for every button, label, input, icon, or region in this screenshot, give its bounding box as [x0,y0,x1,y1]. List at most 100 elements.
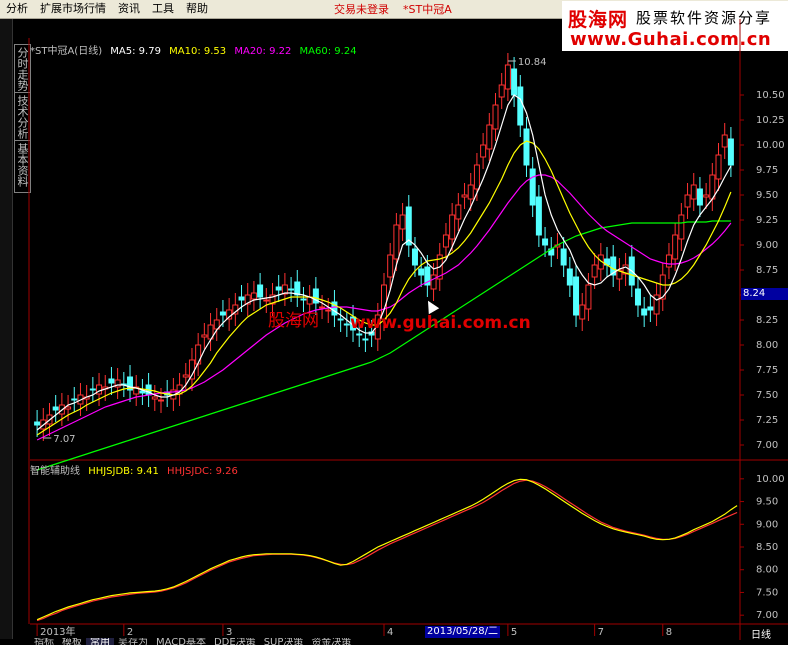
candle-body [585,284,592,310]
candle-body [566,268,573,286]
sub-axis-tick-label: 7.00 [756,610,778,621]
candle-body [641,308,648,316]
candle-body [300,298,307,301]
candle-body [442,234,449,248]
candle-body [684,194,691,208]
candle-body [486,124,493,150]
tab-wu[interactable]: 吴存为 [114,638,152,645]
main-axis-tick-label: 7.25 [756,415,778,426]
candle-body [411,248,418,266]
candle-body [393,224,400,260]
candle-body [263,299,270,302]
main-axis-tick-label: 10.25 [756,115,785,126]
candle-body [151,396,158,400]
main-axis-tick-label: 9.00 [756,240,778,251]
candle-body [504,64,511,90]
watermark-brand: 股海网 [268,311,319,331]
hhjsjdc-value: HHJSJDC: 9.26 [167,466,238,477]
candle-body [288,288,295,291]
tab-funds[interactable]: 资金决策 [307,638,355,645]
candle-body [219,311,226,316]
main-axis-tick-label: 9.75 [756,165,778,176]
time-axis-label: 7 [598,627,604,638]
candle-body [319,306,326,309]
low-label: 7.07 [53,434,75,445]
hhjsjdb-line [36,478,738,621]
candle-body [275,286,282,291]
candle-body [721,134,728,148]
main-axis-tick-label: 9.50 [756,190,778,201]
time-axis-label: 2013年 [40,625,75,638]
time-axis-label: 3 [226,627,232,638]
candle-body [139,390,146,394]
sub-chart-title: 智能辅助线 [30,466,80,477]
candle-body [715,154,722,180]
hhjsjdb-value: HHJSJDB: 9.41 [88,466,159,477]
candle-body [52,406,59,411]
candle-body [250,292,257,300]
ma10-value: MA10: 9.53 [169,46,227,57]
candle-body [535,196,542,236]
sub-axis-tick-label: 8.50 [756,542,778,553]
high-label: 10.84 [518,57,547,68]
tab-common[interactable]: 常用 [86,638,114,645]
candle-body [325,309,332,312]
time-axis-label: 8 [666,627,672,638]
ma5-value: MA5: 9.79 [110,46,161,57]
candle-body [634,288,641,306]
candle-body [678,214,685,240]
candle-body [71,398,78,401]
sub-axis-tick-label: 9.50 [756,497,778,508]
candle-body [529,168,536,206]
candle-body [523,128,530,166]
candle-body [238,296,245,301]
ma5-line [36,94,732,431]
ma60-value: MA60: 9.24 [299,46,357,57]
candle-body [727,138,734,166]
main-axis-tick-label: 7.50 [756,390,778,401]
candle-body [703,194,710,198]
time-axis-label: 2 [127,627,133,638]
tab-indicator[interactable]: 指标 [30,638,58,645]
period-label[interactable]: 日线 [751,626,771,641]
candle-body [573,276,580,316]
candle-body [65,406,72,410]
selected-date: 2013/05/28/二 [425,626,501,638]
candle-body [399,214,406,230]
candle-body [182,374,189,378]
main-axis-tick-label: 8.25 [756,315,778,326]
candle-body [337,318,344,321]
candle-body [492,104,499,130]
candle-body [517,86,524,126]
candle-body [356,333,363,336]
candle-body [542,238,549,246]
watermark-url: www.guhai.com.cn [350,313,531,333]
bottom-tab-bar: 指标 模板 常用 吴存为 MACD基本 DDE决策 SUP决策 资金决策 [30,638,355,645]
candle-body [467,184,474,200]
candle-body [511,68,518,96]
tab-macd[interactable]: MACD基本 [152,638,210,645]
candle-body [480,144,487,158]
candle-body [343,323,350,326]
ma60-line [36,220,731,471]
candle-body [455,204,462,220]
main-axis-tick-label: 7.75 [756,365,778,376]
tab-dde[interactable]: DDE决策 [210,638,260,645]
tab-template[interactable]: 模板 [58,638,86,645]
candle-body [294,281,301,296]
candle-body [34,421,41,426]
current-price-tag: 8.24 [741,288,788,300]
candle-body [387,254,394,278]
candle-body [665,254,672,268]
candle-body [257,284,264,298]
sub-axis-tick-label: 10.00 [756,474,785,485]
main-axis-tick-label: 10.50 [756,90,785,101]
candle-body [157,399,164,402]
sub-legend: 智能辅助线 HHJSJDB: 9.41 HHJSJDC: 9.26 [30,462,243,477]
candle-body [108,378,115,384]
tab-sup[interactable]: SUP决策 [260,638,308,645]
candle-body [498,84,505,98]
sub-axis-tick-label: 8.00 [756,565,778,576]
candle-body [690,184,697,200]
chart-title: *ST中冠A(日线) [30,46,103,57]
